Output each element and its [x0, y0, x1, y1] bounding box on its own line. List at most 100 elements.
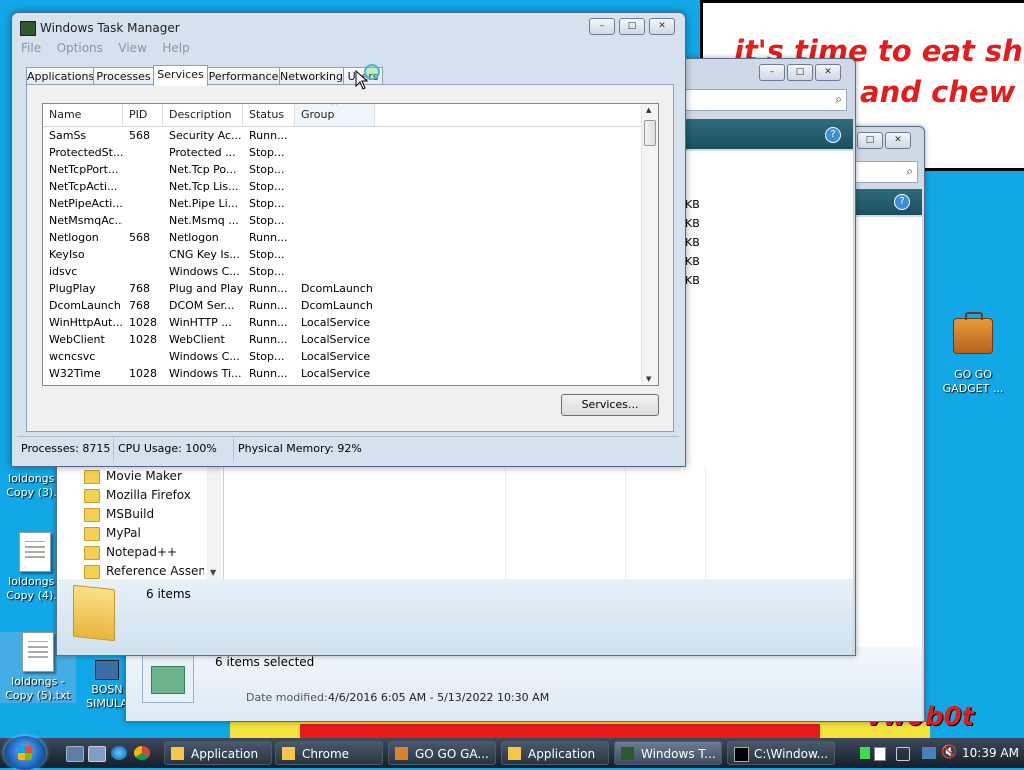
- service-row[interactable]: NetMsmqAc... Net.Msmq ... Stop...: [43, 212, 643, 229]
- busy-spinner-icon: [364, 64, 380, 80]
- file-size: KB: [685, 236, 700, 249]
- service-row[interactable]: wcncsvc Windows C... Stop... LocalService: [43, 348, 643, 365]
- service-row[interactable]: KeyIso CNG Key Is... Stop...: [43, 246, 643, 263]
- menu-view[interactable]: View: [118, 41, 146, 55]
- status-physical-memory: Physical Memory: 92%: [238, 442, 362, 455]
- taskbar-button-task-manager[interactable]: Windows T...: [614, 741, 722, 765]
- maximize-icon[interactable]: □: [619, 18, 645, 35]
- maximize-icon[interactable]: □: [857, 132, 883, 149]
- minimize-icon[interactable]: –: [589, 18, 615, 35]
- chrome-icon[interactable]: [134, 746, 150, 760]
- column-header-name[interactable]: Name: [43, 104, 123, 126]
- service-status-cell: Stop...: [249, 248, 285, 261]
- desktop-icon-go-go-gadget[interactable]: GO GO GADGET ...: [938, 312, 1008, 396]
- service-row[interactable]: NetPipeActi... Net.Pipe Li... Stop...: [43, 195, 643, 212]
- service-row[interactable]: WebClient 1028 WebClient Runn... LocalServic…: [43, 331, 643, 348]
- tab-applications[interactable]: Applications: [26, 67, 94, 85]
- folder-icon: [84, 469, 100, 484]
- service-row[interactable]: NetTcpActi... Net.Tcp Lis... Stop...: [43, 178, 643, 195]
- taskbar-button-chrome[interactable]: Chrome: [275, 741, 383, 765]
- service-status-cell: Runn...: [249, 333, 288, 346]
- service-name-cell: NetPipeActi...: [49, 197, 123, 210]
- taskbar-button-command-prompt[interactable]: C:\Window...: [727, 741, 835, 765]
- service-pid-cell: [123, 195, 163, 212]
- scroll-thumb[interactable]: [644, 120, 656, 146]
- service-row[interactable]: ProtectedSt... Protected ... Stop...: [43, 144, 643, 161]
- services-button[interactable]: Services...: [561, 394, 659, 416]
- column-header-status[interactable]: Status: [243, 104, 295, 126]
- service-row[interactable]: W32Time 1028 Windows Ti... Runn... LocalServ…: [43, 365, 643, 382]
- network-icon[interactable]: [922, 747, 936, 759]
- service-status-cell: Stop...: [249, 350, 285, 363]
- close-icon[interactable]: ✕: [885, 132, 911, 149]
- help-icon[interactable]: ?: [825, 127, 841, 143]
- tab-performance[interactable]: Performance: [207, 67, 280, 85]
- folder-icon: [84, 488, 100, 503]
- task-manager-icon: [621, 747, 634, 760]
- taskbar-button-label: Windows T...: [641, 747, 716, 761]
- date-modified-label: Date modified:: [246, 691, 328, 704]
- service-row[interactable]: idsvc Windows C... Stop...: [43, 263, 643, 280]
- tree-item-movie-maker[interactable]: Movie Maker: [84, 467, 182, 486]
- services-list[interactable]: Name PID Description Status Group ^ SamS…: [42, 103, 659, 386]
- service-row[interactable]: SamSs 568 Security Ac... Runn...: [43, 127, 643, 144]
- size-column: KB KB KB KB KB: [685, 195, 700, 290]
- scroll-up-icon[interactable]: ▲: [646, 106, 651, 114]
- service-description-cell: Net.Tcp Lis...: [169, 180, 239, 193]
- scroll-down-icon[interactable]: ▼: [646, 375, 651, 383]
- column-header-pid[interactable]: PID: [123, 104, 163, 126]
- menu-help[interactable]: Help: [162, 41, 189, 55]
- help-icon[interactable]: ?: [894, 194, 910, 210]
- service-status-cell: Stop...: [249, 197, 285, 210]
- tree-item-msbuild[interactable]: MSBuild: [84, 505, 154, 524]
- tray-white-icon[interactable]: [874, 747, 886, 761]
- tree-item-mozilla-firefox[interactable]: Mozilla Firefox: [84, 486, 191, 505]
- switch-windows-icon[interactable]: [88, 746, 106, 762]
- tree-item-notepad-plus-plus[interactable]: Notepad++: [84, 543, 177, 562]
- column-header-description[interactable]: Description: [163, 104, 243, 126]
- tree-item-reference-assemblies[interactable]: Reference Assemb: [84, 562, 204, 581]
- maximize-icon[interactable]: □: [787, 64, 813, 81]
- service-name-cell: NetTcpPort...: [49, 163, 119, 176]
- task-manager-window[interactable]: Windows Task Manager – □ ✕ File Options …: [11, 12, 686, 467]
- search-input[interactable]: ⌕: [854, 161, 918, 183]
- minimize-icon[interactable]: –: [759, 64, 785, 81]
- taskbar-button-application-2[interactable]: Application: [501, 741, 609, 765]
- close-icon[interactable]: ✕: [649, 18, 675, 35]
- tree-item-label: Movie Maker: [106, 469, 182, 483]
- vertical-scrollbar[interactable]: ▲ ▼: [641, 104, 658, 385]
- service-name-cell: wcncsvc: [49, 350, 96, 363]
- service-row[interactable]: DcomLaunch 768 DCOM Ser... Runn... DcomLaunc…: [43, 297, 643, 314]
- internet-explorer-icon[interactable]: [111, 746, 127, 760]
- volume-muted-icon[interactable]: 🔇: [941, 745, 957, 760]
- tray-device-icon[interactable]: [896, 747, 910, 761]
- search-input[interactable]: ⌕: [685, 89, 847, 111]
- sort-ascending-icon: ^: [331, 103, 338, 110]
- service-pid-cell: 1028: [129, 367, 157, 380]
- tab-networking[interactable]: Networking: [279, 67, 344, 85]
- tree-item-mypal[interactable]: MyPal: [84, 524, 141, 543]
- tree-item-label: MSBuild: [106, 507, 155, 521]
- tray-green-icon[interactable]: [860, 747, 870, 759]
- clock[interactable]: 10:39 AM: [962, 738, 1019, 768]
- taskbar-button-go-go-gadget[interactable]: GO GO GA...: [388, 741, 496, 765]
- taskbar-button-application-1[interactable]: Application: [164, 741, 272, 765]
- service-pid-cell: 1028: [129, 316, 157, 329]
- show-desktop-icon[interactable]: [66, 746, 84, 762]
- start-button[interactable]: [4, 736, 46, 770]
- services-panel: Name PID Description Status Group ^ SamS…: [26, 84, 674, 432]
- service-description-cell: Net.Tcp Po...: [169, 163, 237, 176]
- tab-services[interactable]: Services: [153, 65, 208, 86]
- service-row[interactable]: Netlogon 568 Netlogon Runn...: [43, 229, 643, 246]
- tab-processes[interactable]: Processes: [93, 67, 154, 85]
- service-row[interactable]: PlugPlay 768 Plug and Play Runn... DcomLaunc…: [43, 280, 643, 297]
- service-row[interactable]: NetTcpPort... Net.Tcp Po... Stop...: [43, 161, 643, 178]
- menu-file[interactable]: File: [21, 41, 41, 55]
- file-size: KB: [685, 217, 700, 230]
- service-row[interactable]: WinHttpAut... 1028 WinHTTP ... Runn... Local…: [43, 314, 643, 331]
- tree-scrollbar[interactable]: ▼: [207, 467, 221, 579]
- service-description-cell: Windows C...: [169, 350, 240, 363]
- menu-options[interactable]: Options: [57, 41, 103, 55]
- close-icon[interactable]: ✕: [815, 64, 841, 81]
- service-group-cell: LocalService: [301, 316, 371, 329]
